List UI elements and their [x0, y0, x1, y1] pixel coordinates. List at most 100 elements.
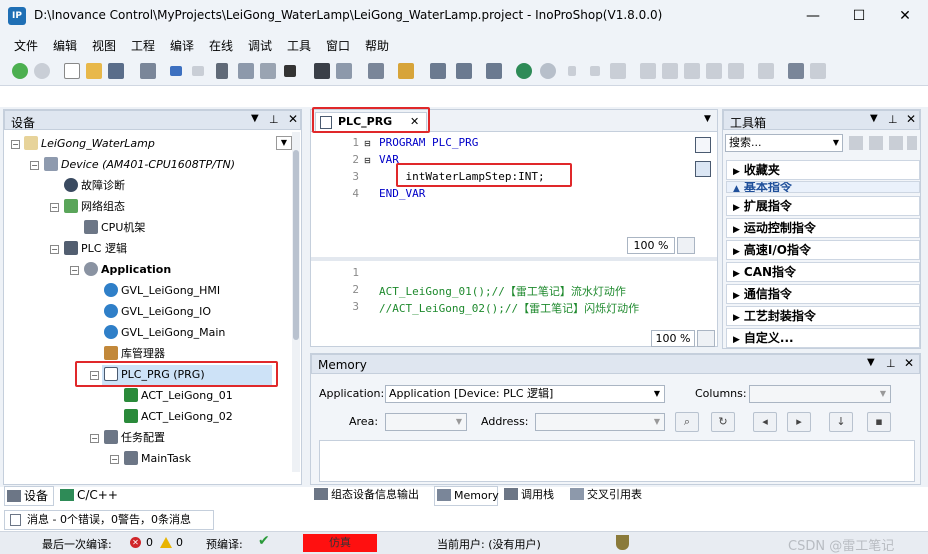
download-icon[interactable]	[486, 63, 502, 79]
tree-item-act-01[interactable]: ACT_LeiGong_01	[124, 388, 233, 404]
back-icon[interactable]	[12, 63, 28, 79]
refresh-button[interactable]: ↻	[711, 412, 735, 432]
zoom-icon[interactable]	[697, 330, 715, 347]
toolbox-item-extended[interactable]: ▶ 扩展指令	[726, 196, 920, 216]
save-button[interactable]: ▪	[867, 412, 891, 432]
address-select[interactable]: ▼	[535, 413, 665, 431]
paste-icon[interactable]	[260, 63, 276, 79]
collapse-icon[interactable]: ⊟	[364, 156, 371, 165]
toolbox-search[interactable]: 搜索... ▼	[725, 134, 843, 152]
menu-edit[interactable]: 编辑	[53, 37, 77, 54]
tab-cross-reference[interactable]: 交叉引用表	[568, 486, 658, 506]
editor-tabs-dropdown[interactable]: ▼	[704, 114, 711, 124]
search-button[interactable]: ⌕	[675, 412, 699, 432]
next-statement-icon[interactable]	[758, 63, 774, 79]
tree-item-gvl-io[interactable]: GVL_LeiGong_IO	[104, 304, 211, 320]
tree-item-cpu-rack[interactable]: CPU机架	[84, 220, 145, 236]
rebuild-icon[interactable]	[456, 63, 472, 79]
tree-item-diagnosis[interactable]: 故障诊断	[64, 178, 125, 194]
step-over-icon[interactable]	[640, 63, 656, 79]
tree-item-act-02[interactable]: ACT_LeiGong_02	[124, 409, 233, 425]
menu-help[interactable]: 帮助	[365, 37, 389, 54]
add-icon[interactable]	[869, 136, 883, 150]
columns-select[interactable]: ▼	[749, 385, 891, 403]
application-select[interactable]: Application [Device: PLC 逻辑] ▼	[385, 385, 665, 403]
tree-toggle[interactable]: −	[50, 245, 59, 254]
menu-tools[interactable]: 工具	[287, 37, 311, 54]
tree-toggle[interactable]: −	[30, 161, 39, 170]
tree-item-library-manager[interactable]: 库管理器	[104, 346, 165, 362]
device-scrollbar[interactable]	[292, 132, 300, 472]
toolbox-item-high-speed-io[interactable]: ▶ 高速I/O指令	[726, 240, 920, 260]
tree-toggle[interactable]: −	[50, 203, 59, 212]
panel-close-icon[interactable]: ✕	[288, 112, 298, 126]
zoom-level[interactable]: 100 %	[627, 237, 675, 254]
up-icon[interactable]	[889, 136, 903, 150]
stop-icon[interactable]	[590, 66, 600, 76]
tree-item-device[interactable]: Device (AM401-CPU1608TP/TN)	[44, 157, 235, 173]
tree-item-gvl-main[interactable]: GVL_LeiGong_Main	[104, 325, 225, 341]
tab-devices[interactable]: 设备	[4, 486, 54, 506]
tree-toggle[interactable]: −	[70, 266, 79, 275]
build-icon[interactable]	[430, 63, 446, 79]
write-values-icon[interactable]	[788, 63, 804, 79]
tree-toggle[interactable]: −	[110, 455, 119, 464]
tree-toggle[interactable]: −	[90, 434, 99, 443]
code-line[interactable]: PROGRAM PLC_PRG	[379, 136, 478, 149]
tree-item-gvl-hmi[interactable]: GVL_LeiGong_HMI	[104, 283, 220, 299]
toolbox-item-basic[interactable]: ▲ 基本指令	[726, 181, 920, 193]
copy-icon[interactable]	[238, 63, 254, 79]
menu-debug[interactable]: 调试	[248, 37, 272, 54]
forward-icon[interactable]	[34, 63, 50, 79]
memory-view[interactable]	[319, 440, 915, 482]
panel-menu-icon[interactable]: ▼	[251, 113, 259, 124]
tab-cpp[interactable]: C/C++	[58, 486, 128, 506]
folder-icon[interactable]	[849, 136, 863, 150]
close-button[interactable]: ✕	[882, 0, 928, 32]
code-line[interactable]: ACT_LeiGong_01();//【雷工笔记】流水灯动作	[379, 283, 626, 299]
tree-item-maintask[interactable]: MainTask	[124, 451, 191, 467]
toolbox-item-can[interactable]: ▶ CAN指令	[726, 262, 920, 282]
area-select[interactable]: ▼	[385, 413, 467, 431]
text-view-icon[interactable]	[695, 137, 711, 153]
menu-view[interactable]: 视图	[92, 37, 116, 54]
maximize-button[interactable]: ☐	[836, 0, 882, 32]
panel-menu-icon[interactable]: ▼	[870, 113, 878, 124]
panel-menu-icon[interactable]: ▼	[867, 357, 875, 368]
step-out-icon[interactable]	[684, 63, 700, 79]
run-icon[interactable]	[568, 66, 576, 76]
menu-online[interactable]: 在线	[209, 37, 233, 54]
open-folder-icon[interactable]	[86, 63, 102, 79]
replace-icon[interactable]	[336, 63, 352, 79]
panel-close-icon[interactable]: ✕	[904, 356, 914, 370]
tree-item-network[interactable]: 网络组态	[64, 199, 125, 215]
editor-splitter[interactable]	[311, 257, 717, 261]
tree-toggle[interactable]: −	[11, 140, 20, 149]
panel-close-icon[interactable]: ✕	[906, 112, 916, 126]
login-icon[interactable]	[516, 63, 532, 79]
force-values-icon[interactable]	[810, 63, 826, 79]
code-line[interactable]: END_VAR	[379, 187, 425, 200]
logout-icon[interactable]	[540, 63, 556, 79]
delete-icon[interactable]	[284, 65, 296, 77]
pin-icon[interactable]: ⊥	[888, 113, 898, 126]
toolbox-item-favorites[interactable]: ▶ 收藏夹	[726, 160, 920, 180]
down-icon[interactable]	[907, 136, 917, 150]
find-icon[interactable]	[314, 63, 330, 79]
code-line[interactable]: //ACT_LeiGong_02();//【雷工笔记】闪烁灯动作	[379, 300, 639, 316]
select-all-icon[interactable]	[368, 63, 384, 79]
project-dropdown[interactable]: ▼	[276, 136, 292, 150]
tab-device-info-output[interactable]: 组态设备信息输出	[312, 486, 430, 506]
table-view-icon[interactable]	[695, 161, 711, 177]
cut-icon[interactable]	[216, 63, 228, 79]
zoom-icon[interactable]	[677, 237, 695, 254]
menu-project[interactable]: 工程	[131, 37, 155, 54]
next-button[interactable]: ▸	[787, 412, 811, 432]
tab-call-stack[interactable]: 调用栈	[502, 486, 564, 506]
toolbox-item-process[interactable]: ▶ 工艺封装指令	[726, 306, 920, 326]
menu-file[interactable]: 文件	[14, 37, 38, 54]
undo-icon[interactable]	[170, 66, 182, 76]
messages-tab[interactable]: 消息 - 0个错误，0警告，0条消息	[4, 510, 214, 530]
toolbox-item-communication[interactable]: ▶ 通信指令	[726, 284, 920, 304]
add-object-icon[interactable]	[398, 63, 414, 79]
